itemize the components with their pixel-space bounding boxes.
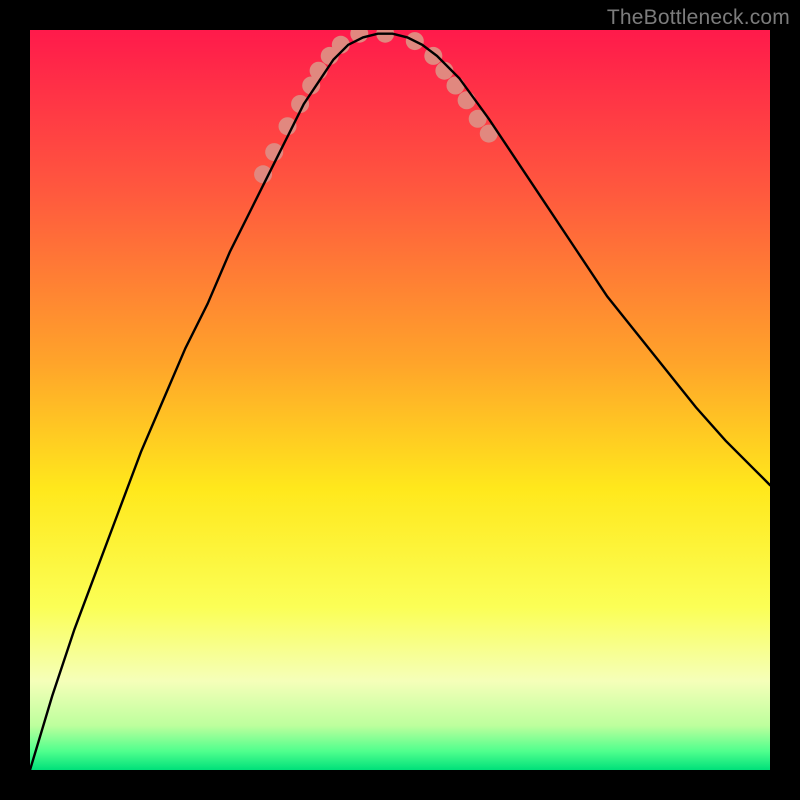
value-curve [30, 34, 770, 770]
curve-layer [30, 30, 770, 770]
pink-marker [458, 91, 476, 109]
pink-marker [447, 77, 465, 95]
pink-marker-group [254, 30, 498, 183]
watermark-text: TheBottleneck.com [607, 6, 790, 30]
chart-canvas: TheBottleneck.com [0, 0, 800, 800]
plot-area [30, 30, 770, 770]
pink-marker [376, 30, 394, 43]
